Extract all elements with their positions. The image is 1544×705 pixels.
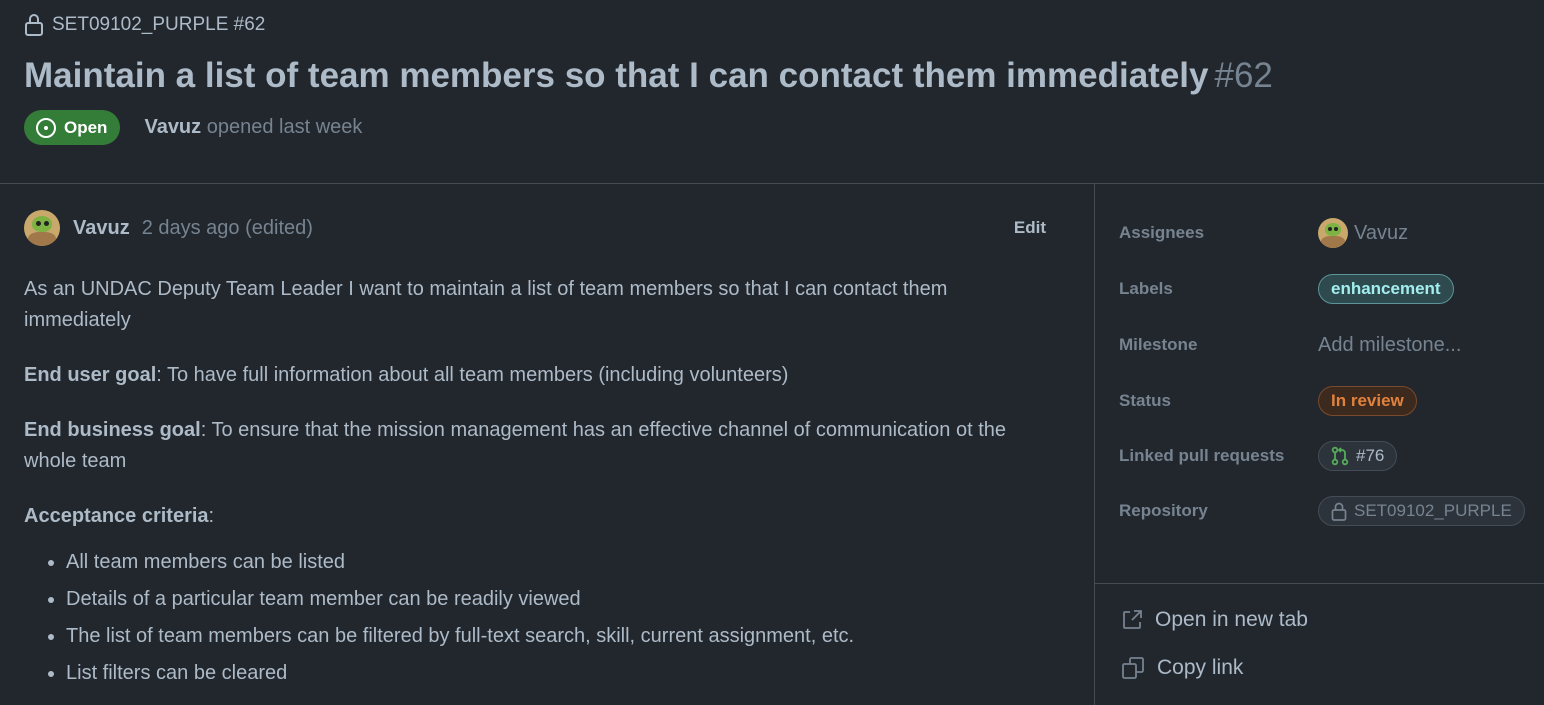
lock-icon (1331, 502, 1347, 521)
edit-button[interactable]: Edit (1014, 218, 1046, 238)
opened-time: opened last week (206, 116, 363, 138)
repository-name: SET09102_PURPLE (1354, 501, 1512, 520)
label-enhancement[interactable]: enhancement (1318, 274, 1454, 304)
list-item: List filters can be cleared (66, 655, 1054, 692)
add-milestone-button[interactable]: Add milestone... (1318, 334, 1461, 357)
comment-header: Vavuz 2 days ago (edited) Edit (24, 210, 1046, 246)
copy-icon (1122, 657, 1144, 679)
issue-sidebar: Assignees Vavuz Labels enhancement Miles… (1095, 184, 1544, 705)
list-item: All team members can be listed (66, 544, 1054, 581)
end-user-goal: End user goal: To have full information … (24, 360, 1054, 391)
avatar (1318, 218, 1348, 248)
acceptance-criteria-heading: Acceptance criteria: (24, 501, 1054, 532)
list-item: Details of a particular team member can … (66, 581, 1054, 618)
linked-pr-number: #76 (1356, 446, 1385, 465)
end-business-goal-label: End business goal (24, 419, 201, 441)
comment-time: 2 days ago (edited) (141, 216, 313, 239)
comment-body: As an UNDAC Deputy Team Leader I want to… (24, 274, 1054, 692)
repository-chip[interactable]: SET09102_PURPLE (1318, 496, 1525, 526)
repo-breadcrumb[interactable]: SET09102_PURPLE #62 (24, 13, 265, 37)
open-in-new-tab-label: Open in new tab (1155, 608, 1308, 631)
acceptance-suffix: : (208, 505, 215, 527)
repo-label: SET09102_PURPLE #62 (52, 14, 266, 35)
issue-body-pane: Vavuz 2 days ago (edited) Edit As an UND… (0, 184, 1095, 705)
linked-pr-row: Linked pull requests #76 (1119, 440, 1529, 472)
avatar[interactable] (24, 210, 60, 246)
issue-meta: Open Vavuz opened last week (24, 110, 362, 145)
assignees-row: Assignees Vavuz (1119, 217, 1529, 249)
milestone-row: Milestone Add milestone... (1119, 329, 1529, 361)
acceptance-label: Acceptance criteria (24, 505, 209, 527)
assignees-label: Assignees (1119, 223, 1205, 242)
status-label: Status (1119, 391, 1171, 410)
repository-label: Repository (1119, 501, 1208, 520)
comment-intro: As an UNDAC Deputy Team Leader I want to… (24, 278, 948, 331)
assignee[interactable]: Vavuz (1318, 218, 1408, 248)
issue-title-text: Maintain a list of team members so that … (24, 56, 1209, 95)
copy-link-button[interactable]: Copy link (1121, 656, 1243, 680)
external-link-icon (1123, 610, 1142, 629)
labels-label: Labels (1119, 279, 1173, 298)
open-in-new-tab-button[interactable]: Open in new tab (1121, 608, 1308, 632)
status-badge-label: Open (64, 117, 108, 137)
status-badge: Open (24, 110, 121, 145)
issue-title: Maintain a list of team members so that … (24, 56, 1273, 96)
copy-link-label: Copy link (1157, 656, 1244, 679)
repository-row: Repository SET09102_PURPLE (1119, 495, 1529, 527)
pull-request-icon (1331, 446, 1349, 466)
issue-number: #62 (1214, 56, 1273, 95)
milestone-label: Milestone (1119, 335, 1198, 354)
status-row: Status In review (1119, 385, 1529, 417)
labels-row: Labels enhancement (1119, 273, 1529, 305)
issue-open-icon (36, 117, 56, 138)
end-user-goal-label: End user goal (24, 364, 157, 386)
acceptance-criteria-list: All team members can be listed Details o… (24, 544, 1054, 692)
issue-author[interactable]: Vavuz (144, 116, 201, 138)
comment-author[interactable]: Vavuz (73, 217, 130, 240)
issue-header: SET09102_PURPLE #62 Maintain a list of t… (0, 0, 1544, 184)
linked-pr[interactable]: #76 (1318, 441, 1398, 471)
end-user-goal-text: : To have full information about all tea… (156, 364, 789, 386)
status-in-review[interactable]: In review (1318, 386, 1417, 416)
linked-pr-label: Linked pull requests (1119, 446, 1285, 465)
assignee-name: Vavuz (1354, 221, 1409, 244)
sidebar-divider (1095, 583, 1544, 584)
end-business-goal: End business goal: To ensure that the mi… (24, 415, 1054, 477)
list-item: The list of team members can be filtered… (66, 618, 1054, 655)
lock-icon (25, 14, 43, 36)
opened-by: Vavuz opened last week (144, 116, 362, 139)
